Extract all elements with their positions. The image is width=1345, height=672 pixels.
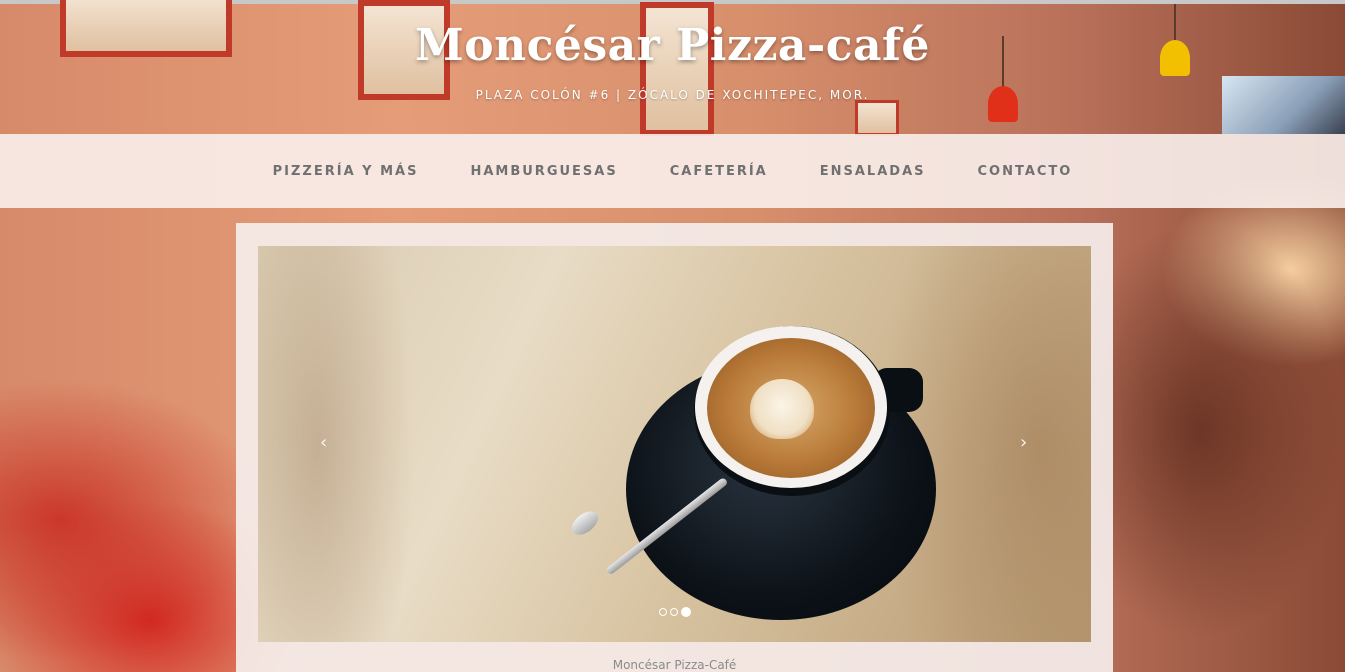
site-tagline: PLAZA COLÓN #6 | ZÓCALO DE XOCHITEPEC, M… [475,88,870,102]
nav-item-hamburguesas[interactable]: HAMBURGUESAS [470,164,617,179]
nav-item-pizzeria[interactable]: PIZZERÍA Y MÁS [273,164,419,179]
slider-dot-3[interactable] [681,607,691,617]
slide-caption: Moncésar Pizza-Café [612,658,737,672]
site-header: Moncésar Pizza-café PLAZA COLÓN #6 | ZÓC… [0,0,1345,134]
chevron-right-icon[interactable]: › [1020,432,1027,453]
site-title[interactable]: Moncésar Pizza-café [0,20,1345,71]
main-navigation: PIZZERÍA Y MÁS HAMBURGUESAS CAFETERÍA EN… [0,134,1345,208]
slider-dot-1[interactable] [659,608,667,616]
chevron-left-icon[interactable]: ‹ [320,432,327,453]
slider-dot-2[interactable] [670,608,678,616]
image-slider[interactable]: ‹ › [258,246,1091,642]
nav-item-ensaladas[interactable]: ENSALADAS [820,164,926,179]
nav-item-contacto[interactable]: CONTACTO [978,164,1073,179]
latte-art [750,379,814,439]
content-panel: ‹ › Moncésar Pizza-Café [236,223,1113,672]
slider-pagination [659,607,691,617]
nav-item-cafeteria[interactable]: CAFETERÍA [670,164,768,179]
